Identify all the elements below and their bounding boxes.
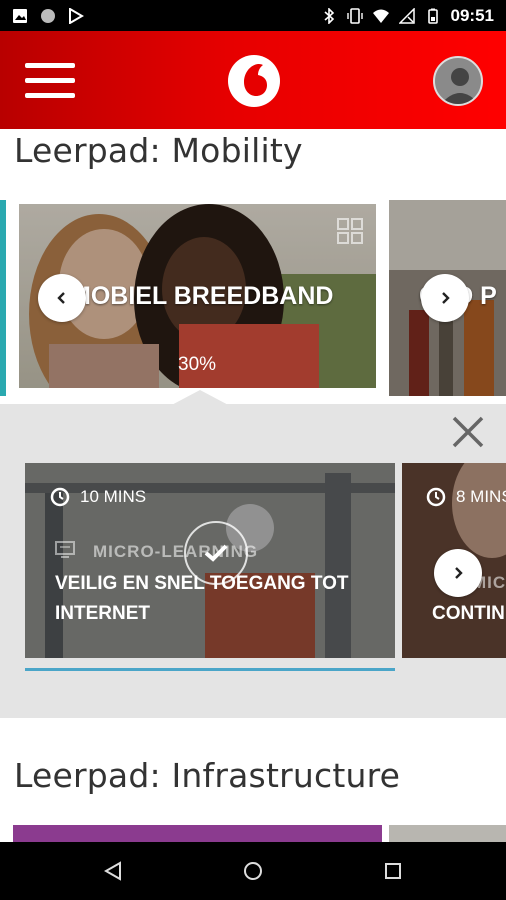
avatar-icon[interactable] xyxy=(433,56,483,106)
module-title-line1: CONTIN xyxy=(432,603,505,624)
back-icon[interactable] xyxy=(103,861,123,881)
monitor-icon xyxy=(55,541,75,558)
module-duration: 10 MINS xyxy=(50,487,146,507)
modules-next-button[interactable] xyxy=(434,549,482,597)
circle-icon xyxy=(41,8,55,23)
status-time: 09:51 xyxy=(450,5,494,25)
carousel-prev-button[interactable] xyxy=(38,274,86,322)
hamburger-menu-icon[interactable] xyxy=(25,63,75,99)
no-signal-icon xyxy=(398,7,415,24)
module-duration-label: 10 MINS xyxy=(80,487,147,506)
home-icon[interactable] xyxy=(243,861,263,881)
carousel-card-prev[interactable] xyxy=(0,200,6,396)
close-icon[interactable] xyxy=(450,414,486,450)
grid-icon xyxy=(337,218,363,244)
module-duration-label: 8 MINS xyxy=(456,487,506,506)
chevron-right-icon xyxy=(455,567,463,579)
chevron-right-icon xyxy=(442,292,450,304)
image-icon xyxy=(13,8,27,23)
module-duration: 8 MINS xyxy=(426,487,506,507)
wifi-icon xyxy=(372,9,389,23)
chevron-left-icon xyxy=(57,292,65,304)
clock-icon xyxy=(426,487,446,507)
section-title-mobility: Leerpad: Mobility xyxy=(14,131,303,170)
vibrate-icon xyxy=(346,7,363,24)
battery-icon xyxy=(427,8,438,24)
status-bar: 09:51 xyxy=(0,0,506,31)
module-title-line2: INTERNET xyxy=(55,603,150,624)
app-bar xyxy=(0,31,506,129)
carousel-card-infrastructure-next[interactable] xyxy=(389,825,506,842)
carousel-card-infrastructure[interactable] xyxy=(13,825,382,842)
completed-badge xyxy=(184,521,248,585)
section-title-infrastructure: Leerpad: Infrastructure xyxy=(14,756,401,795)
bluetooth-icon xyxy=(323,7,334,24)
module-progress-bar xyxy=(25,668,395,671)
vodafone-logo[interactable] xyxy=(228,55,280,107)
clock-icon xyxy=(50,487,70,507)
module-card[interactable]: 10 MINS MICRO-LEARNING VEILIG EN SNEL TO… xyxy=(25,463,395,658)
card-progress: 30% xyxy=(178,354,217,375)
recents-icon[interactable] xyxy=(384,862,402,880)
play-store-icon xyxy=(69,7,84,24)
android-nav-bar xyxy=(0,842,506,900)
carousel-next-button[interactable] xyxy=(421,274,469,322)
checkmark-icon xyxy=(204,544,228,562)
card-title: MOBIEL BREEDBAND xyxy=(70,282,334,310)
